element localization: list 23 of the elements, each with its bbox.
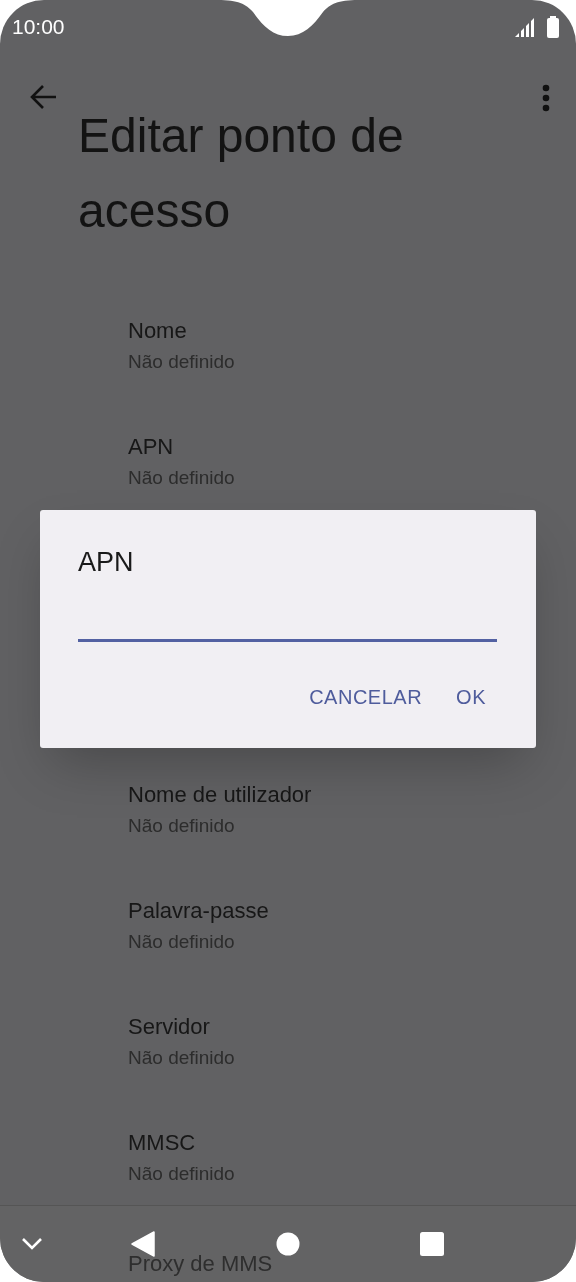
setting-summary: Não definido: [128, 1046, 235, 1070]
chevron-down-icon[interactable]: [21, 1237, 43, 1251]
setting-summary: Não definido: [128, 930, 235, 954]
clock: 10:00: [12, 14, 65, 41]
setting-title[interactable]: APN: [128, 431, 174, 463]
setting-summary: Não definido: [128, 466, 235, 490]
setting-title[interactable]: Palavra-passe: [128, 895, 269, 927]
setting-title[interactable]: Nome de utilizador: [128, 779, 312, 811]
dialog-title: APN: [78, 546, 135, 579]
battery-icon: [546, 16, 560, 38]
setting-summary: Não definido: [128, 814, 235, 838]
setting-title[interactable]: Servidor: [128, 1011, 210, 1043]
page-title: Editar ponto de acesso: [78, 108, 405, 239]
more-options-icon[interactable]: [542, 84, 550, 112]
setting-summary: Não definido: [128, 1162, 235, 1186]
back-arrow-icon[interactable]: [30, 84, 58, 110]
setting-summary: Não definido: [128, 350, 235, 374]
dialog-button[interactable]: CANCELAR: [309, 682, 423, 712]
back-icon[interactable]: [131, 1231, 155, 1257]
dialog-button[interactable]: OK: [456, 682, 486, 712]
setting-title[interactable]: Nome: [128, 315, 187, 347]
home-icon[interactable]: [276, 1232, 300, 1256]
setting-title[interactable]: MMSC: [128, 1127, 196, 1159]
